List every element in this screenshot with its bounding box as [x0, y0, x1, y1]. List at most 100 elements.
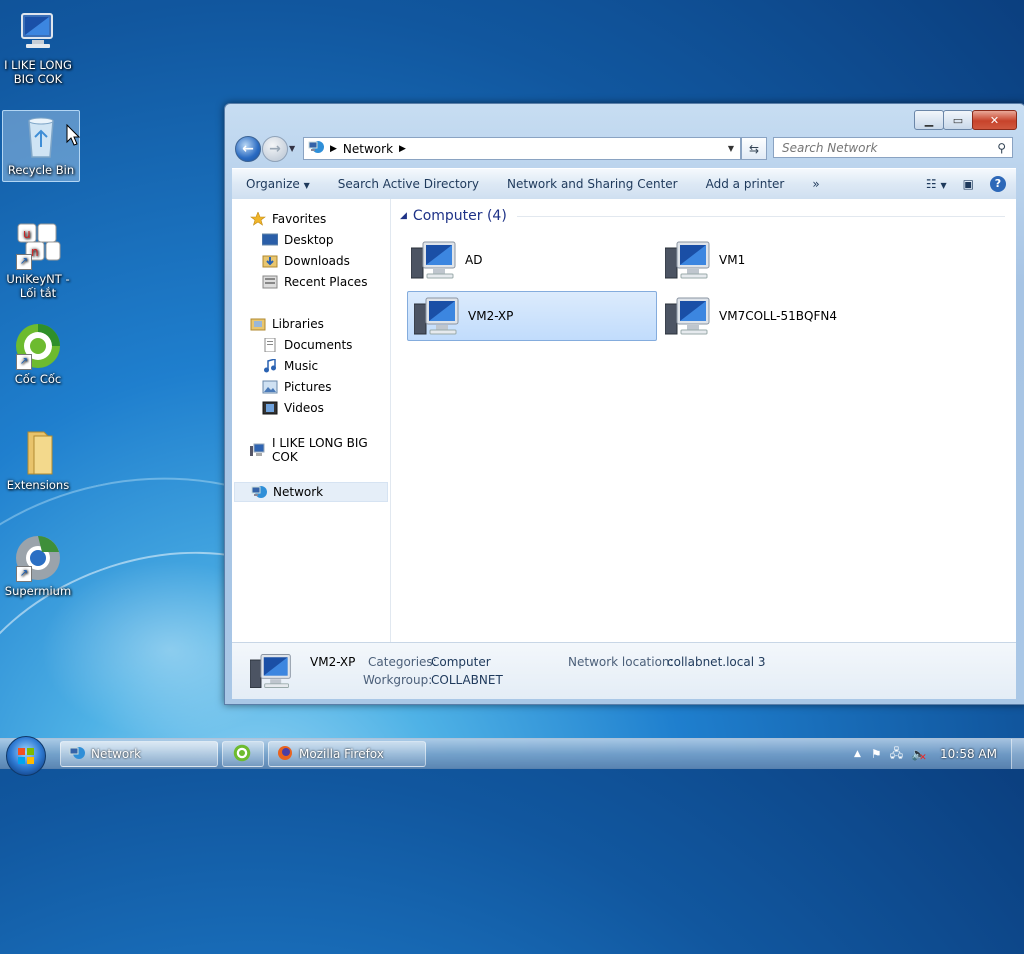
desktop-icon-supermium[interactable]: ↗ Supermium — [0, 534, 76, 598]
nav-documents[interactable]: Documents — [262, 335, 352, 355]
network-item-vm7coll[interactable]: VM7COLL-51BQFN4 — [659, 291, 907, 341]
organize-button[interactable]: Organize ▼ — [232, 177, 324, 191]
help-icon: ? — [994, 177, 1002, 190]
explorer-window[interactable]: ▁ ▭ ✕ ← → ▼ ▶ Network ▶ ▼ ⇆ ⚲ Organize ▼… — [224, 103, 1024, 705]
address-dropdown-icon[interactable]: ▼ — [728, 144, 734, 153]
add-printer-button[interactable]: Add a printer — [692, 177, 799, 191]
nav-label: Pictures — [284, 380, 332, 394]
breadcrumb-network[interactable]: Network — [343, 142, 393, 156]
desktop-icon-coccoc[interactable]: ↗ Cốc Cốc — [0, 322, 76, 386]
back-button[interactable]: ← — [235, 136, 261, 162]
address-bar[interactable]: ▶ Network ▶ ▼ — [303, 137, 741, 160]
firefox-icon — [277, 745, 293, 764]
preview-pane-button[interactable]: ▣ — [963, 177, 974, 191]
help-button[interactable]: ? — [990, 176, 1006, 192]
volume-muted-icon[interactable]: 🔈 ✕ — [911, 747, 927, 763]
desktop-icon-computer[interactable]: I LIKE LONG BIG COK — [0, 8, 76, 86]
breadcrumb-chevron-icon[interactable]: ▶ — [399, 144, 406, 154]
minimize-button[interactable]: ▁ — [914, 110, 944, 130]
unikey-icon: un ↗ — [14, 222, 62, 270]
refresh-button[interactable]: ⇆ — [741, 137, 767, 160]
network-item-vm1[interactable]: VM1 — [659, 235, 907, 285]
file-list[interactable]: ◢ Computer (4) AD VM1 VM2-XP VM7COLL-51B… — [391, 199, 1016, 642]
desktop-icon-extensions[interactable]: Extensions — [0, 428, 76, 492]
start-button[interactable] — [6, 736, 46, 776]
recent-pages-dropdown-icon[interactable]: ▼ — [289, 144, 295, 153]
chevron-down-icon: ▼ — [940, 181, 947, 190]
show-hidden-icons-button[interactable]: ▲ — [854, 749, 861, 759]
documents-icon — [262, 337, 278, 353]
clock[interactable]: 10:58 AM — [930, 747, 1011, 761]
network-item-ad[interactable]: AD — [405, 235, 653, 285]
nav-computer[interactable]: I LIKE LONG BIG COK — [250, 436, 390, 464]
nav-label: Desktop — [284, 233, 334, 247]
desktop-icon-label: Cốc Cốc — [14, 372, 62, 386]
network-item-label: VM2-XP — [468, 309, 514, 323]
nav-pictures[interactable]: Pictures — [262, 377, 332, 397]
network-sharing-center-button[interactable]: Network and Sharing Center — [493, 177, 692, 191]
group-divider — [516, 215, 1005, 217]
svg-text:u: u — [23, 227, 31, 241]
nav-recent-places[interactable]: Recent Places — [262, 272, 367, 292]
nav-desktop[interactable]: Desktop — [261, 230, 334, 250]
taskbar-network-button[interactable]: Network — [60, 741, 218, 767]
desktop-icon — [261, 233, 279, 247]
coccoc-icon: ↗ — [14, 322, 62, 370]
nav-label: Favorites — [272, 212, 327, 226]
network-computer-icon — [664, 240, 713, 280]
pictures-icon — [262, 380, 278, 394]
details-categories-label: Categories: — [368, 655, 437, 669]
network-status-icon[interactable]: 🖧 — [890, 744, 903, 765]
details-categories-value: Computer — [431, 655, 491, 669]
group-header-label: Computer (4) — [412, 208, 507, 224]
nav-videos[interactable]: Videos — [262, 398, 324, 418]
desktop-icon-recycle-bin[interactable]: Recycle Bin — [2, 110, 80, 182]
view-options-button[interactable]: ☷ ▼ — [926, 177, 947, 191]
coccoc-icon — [233, 744, 251, 765]
more-commands-button[interactable]: » — [798, 177, 833, 191]
desktop-icon-unikey[interactable]: un ↗ UniKeyNT - Lối tắt — [0, 222, 76, 300]
network-item-label: AD — [465, 253, 483, 267]
network-item-label: VM7COLL-51BQFN4 — [719, 309, 837, 323]
desktop-icon-label: UniKeyNT - Lối tắt — [6, 272, 70, 300]
back-arrow-icon: ← — [242, 141, 254, 157]
close-button[interactable]: ✕ — [972, 110, 1017, 130]
maximize-icon: ▭ — [952, 113, 964, 127]
view-list-icon: ☷ — [925, 177, 937, 191]
nav-label: Recent Places — [284, 275, 368, 289]
svg-text:n: n — [31, 245, 39, 259]
nav-downloads[interactable]: Downloads — [262, 251, 350, 271]
forward-arrow-icon: → — [269, 141, 281, 157]
desktop-icon-label: I LIKE LONG BIG COK — [4, 58, 72, 86]
nav-label: Videos — [284, 401, 324, 415]
navigation-bar: ← → ▼ ▶ Network ▶ ▼ ⇆ ⚲ — [233, 134, 1017, 164]
taskbar: Network Mozilla Firefox ▲ ⚑ 🖧 🔈 ✕ 10:58 A… — [0, 736, 1024, 776]
collapse-group-icon[interactable]: ◢ — [400, 211, 407, 221]
navigation-pane[interactable]: Favorites Desktop Downloads Recent Place… — [232, 199, 391, 642]
search-box[interactable]: ⚲ — [773, 137, 1013, 158]
search-input[interactable] — [780, 139, 984, 156]
nav-libraries[interactable]: Libraries — [250, 314, 324, 334]
recent-places-icon — [262, 275, 278, 289]
nav-network[interactable]: Network — [234, 482, 388, 502]
supermium-icon: ↗ — [14, 534, 62, 582]
show-desktop-button[interactable] — [1011, 739, 1024, 769]
taskbar-coccoc-button[interactable] — [222, 741, 264, 767]
recycle-bin-icon — [17, 113, 65, 161]
libraries-icon — [250, 317, 266, 331]
action-center-flag-icon[interactable]: ⚑ — [871, 747, 882, 761]
group-header-computer[interactable]: ◢ Computer (4) — [400, 208, 1005, 224]
chevron-down-icon: ▼ — [303, 181, 310, 190]
taskbar-button-label: Mozilla Firefox — [299, 747, 384, 761]
music-icon — [262, 358, 278, 373]
nav-music[interactable]: Music — [262, 356, 318, 376]
search-icon[interactable]: ⚲ — [997, 141, 1006, 155]
search-active-directory-button[interactable]: Search Active Directory — [324, 177, 493, 191]
nav-favorites[interactable]: Favorites — [250, 209, 326, 229]
network-computer-icon — [664, 296, 713, 336]
network-item-vm2-xp[interactable]: VM2-XP — [407, 291, 657, 341]
taskbar-firefox-button[interactable]: Mozilla Firefox — [268, 741, 426, 767]
folder-icon — [14, 428, 62, 476]
forward-button[interactable]: → — [262, 136, 288, 162]
maximize-button[interactable]: ▭ — [943, 110, 973, 130]
